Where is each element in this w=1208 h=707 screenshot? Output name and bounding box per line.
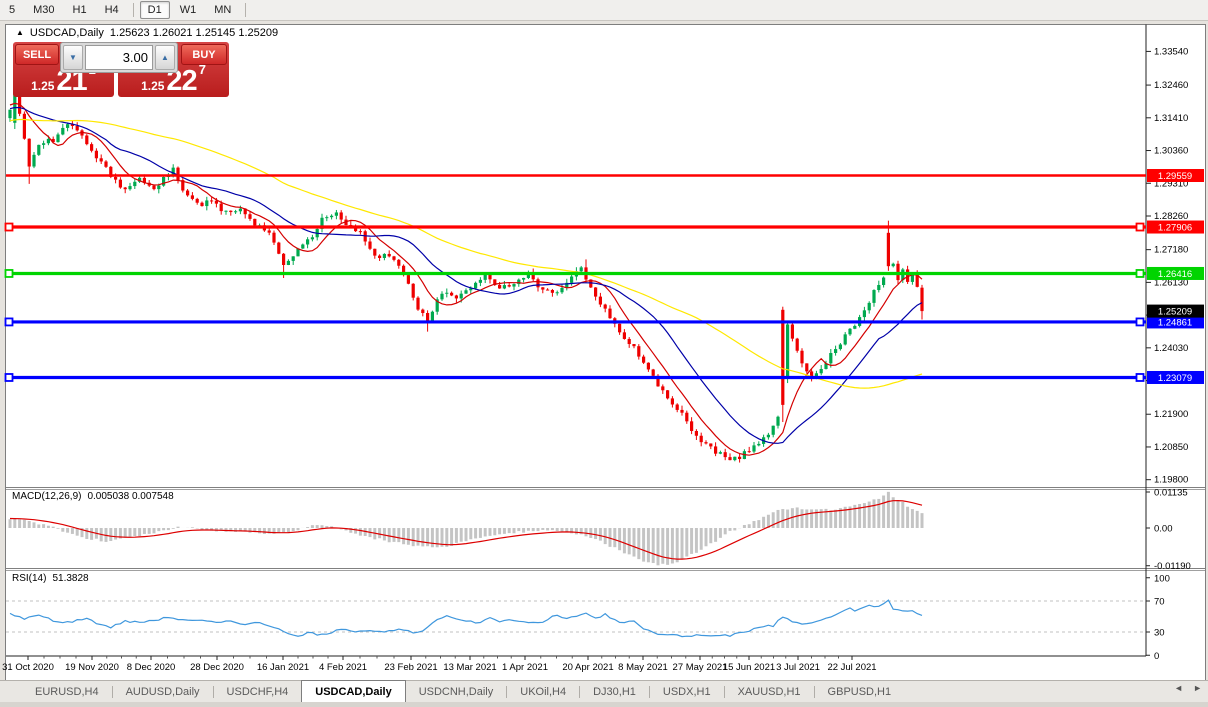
rsi-tick-label: 100 <box>1154 573 1170 584</box>
tab-dj30-h1[interactable]: DJ30,H1 <box>580 681 649 702</box>
time-axis[interactable]: 31 Oct 2020 19 Nov 2020 8 Dec 2020 28 Dec 2… <box>2 656 877 673</box>
tab-scroll-arrows: ◄ ► <box>1174 683 1202 693</box>
macd-values: 0.005038 0.007548 <box>87 491 174 502</box>
macd-indicator-label: MACD(12,26,9) 0.005038 0.007548 <box>12 491 174 502</box>
rsi-indicator-label: RSI(14) 51.3828 <box>12 573 89 584</box>
rsi-tick-label: 0 <box>1154 651 1159 662</box>
one-click-trade-panel: SELL 1.25 21 2 BUY 1.25 22 7 ▼ ▲ <box>13 42 229 97</box>
current-price-badge: 1.25209 <box>1147 304 1204 318</box>
volume-input[interactable] <box>85 45 153 70</box>
price-tick-label: 1.32460 <box>1154 80 1188 91</box>
chart-tabs-bar: EURUSD,H4 AUDUSD,Daily USDCHF,H4 USDCAD,Dai… <box>0 680 1208 702</box>
trading-terminal: 5 M30 H1 H4 D1 W1 MN 1.33540 1.32460 1.31410 1.30… <box>0 0 1208 707</box>
volume-increase-icon[interactable]: ▲ <box>155 45 175 70</box>
volume-decrease-icon[interactable]: ▼ <box>63 45 83 70</box>
price-tick-label: 1.19800 <box>1154 475 1188 486</box>
date-label: 8 May 2021 <box>618 662 668 673</box>
date-label: 4 Feb 2021 <box>319 662 367 673</box>
macd-name: MACD(12,26,9) <box>12 491 82 502</box>
price-level-badge: 1.27906 <box>1147 220 1204 234</box>
collapse-panel-icon[interactable]: ▲ <box>16 28 24 38</box>
price-level-badge: 1.26416 <box>1147 266 1204 280</box>
status-strip <box>0 702 1208 707</box>
rsi-value: 51.3828 <box>52 573 89 584</box>
svg-text:1.27906: 1.27906 <box>1158 223 1192 234</box>
date-label: 8 Dec 2020 <box>127 662 176 673</box>
tab-usdcnh-daily[interactable]: USDCNH,Daily <box>406 681 507 702</box>
rsi-axis[interactable]: 100 70 30 0 <box>1146 573 1170 662</box>
tab-eurusd-h4[interactable]: EURUSD,H4 <box>22 681 112 702</box>
svg-text:1.23079: 1.23079 <box>1158 373 1192 384</box>
date-label: 27 May 2021 <box>673 662 728 673</box>
buy-price-base: 1.25 <box>141 79 165 93</box>
horizontal-level-line[interactable] <box>4 317 1147 327</box>
tab-usdx-h1[interactable]: USDX,H1 <box>650 681 724 702</box>
rsi-line <box>9 599 923 638</box>
svg-text:1.25209: 1.25209 <box>1158 307 1192 318</box>
price-tick-label: 1.30360 <box>1154 146 1188 157</box>
horizontal-level-line[interactable] <box>4 373 1147 382</box>
svg-text:1.26416: 1.26416 <box>1158 269 1192 280</box>
horizontal-level-line[interactable] <box>4 222 1147 232</box>
price-tick-label: 1.20850 <box>1154 442 1188 453</box>
price-tick-label: 1.27180 <box>1154 245 1188 256</box>
tab-usdchf-h4[interactable]: USDCHF,H4 <box>214 681 302 702</box>
macd-axis[interactable]: 0.01135 0.00 -0.01190 <box>1146 488 1191 573</box>
date-label: 3 Jul 2021 <box>776 662 820 673</box>
date-label: 31 Oct 2020 <box>2 662 54 673</box>
buy-price-sup: 7 <box>198 62 206 77</box>
tab-gbpusd-h1[interactable]: GBPUSD,H1 <box>815 681 905 702</box>
price-tick-label: 1.28260 <box>1154 211 1188 222</box>
date-label: 28 Dec 2020 <box>190 662 244 673</box>
date-label: 13 Mar 2021 <box>443 662 496 673</box>
svg-text:1.24861: 1.24861 <box>1158 317 1192 328</box>
scroll-tabs-left-icon[interactable]: ◄ <box>1174 683 1183 693</box>
price-tick-label: 1.21900 <box>1154 409 1188 420</box>
price-tick-label: 1.31410 <box>1154 113 1188 124</box>
tab-xauusd-h1[interactable]: XAUUSD,H1 <box>725 681 814 702</box>
date-label: 1 Apr 2021 <box>502 662 548 673</box>
ohlc-values: 1.25623 1.26021 1.25145 1.25209 <box>109 27 279 39</box>
scroll-tabs-right-icon[interactable]: ► <box>1193 683 1202 693</box>
price-axis[interactable]: 1.335401.324601.314101.303601.293101.282… <box>1146 46 1188 486</box>
date-label: 16 Jan 2021 <box>257 662 309 673</box>
date-label: 22 Jul 2021 <box>827 662 876 673</box>
price-tick-label: 1.33540 <box>1154 46 1188 57</box>
symbol-label: USDCAD,Daily <box>29 27 104 39</box>
tab-audusd-daily[interactable]: AUDUSD,Daily <box>113 681 213 702</box>
price-level-badge: 1.23079 <box>1147 370 1204 384</box>
moving-average-line <box>9 102 923 456</box>
moving-average-line <box>9 106 923 444</box>
price-tick-label: 1.24030 <box>1154 343 1188 354</box>
date-label: 20 Apr 2021 <box>562 662 613 673</box>
svg-text:1.29559: 1.29559 <box>1158 171 1192 182</box>
price-level-badge: 1.29559 <box>1147 169 1204 182</box>
rsi-tick-label: 70 <box>1154 597 1165 608</box>
volume-spinner: ▼ ▲ <box>60 42 178 73</box>
macd-histogram <box>8 491 924 566</box>
rsi-name: RSI(14) <box>12 573 47 584</box>
date-label: 19 Nov 2020 <box>65 662 119 673</box>
tab-ukoil-h4[interactable]: UKOil,H4 <box>507 681 579 702</box>
macd-tick-label: 0.00 <box>1154 524 1173 535</box>
chart-title: ▲ USDCAD,Daily 1.25623 1.26021 1.25145 1… <box>16 27 278 39</box>
sell-price-base: 1.25 <box>31 79 55 93</box>
tab-usdcad-daily[interactable]: USDCAD,Daily <box>301 680 406 702</box>
date-label: 23 Feb 2021 <box>384 662 437 673</box>
sell-button[interactable]: SELL <box>15 44 59 65</box>
date-label: 15 Jun 2021 <box>723 662 775 673</box>
macd-tick-label: 0.01135 <box>1154 488 1188 499</box>
chart-canvas[interactable]: 1.335401.324601.314101.303601.293101.282… <box>0 0 1208 707</box>
macd-tick-label: -0.01190 <box>1154 561 1191 572</box>
rsi-tick-label: 30 <box>1154 628 1165 639</box>
